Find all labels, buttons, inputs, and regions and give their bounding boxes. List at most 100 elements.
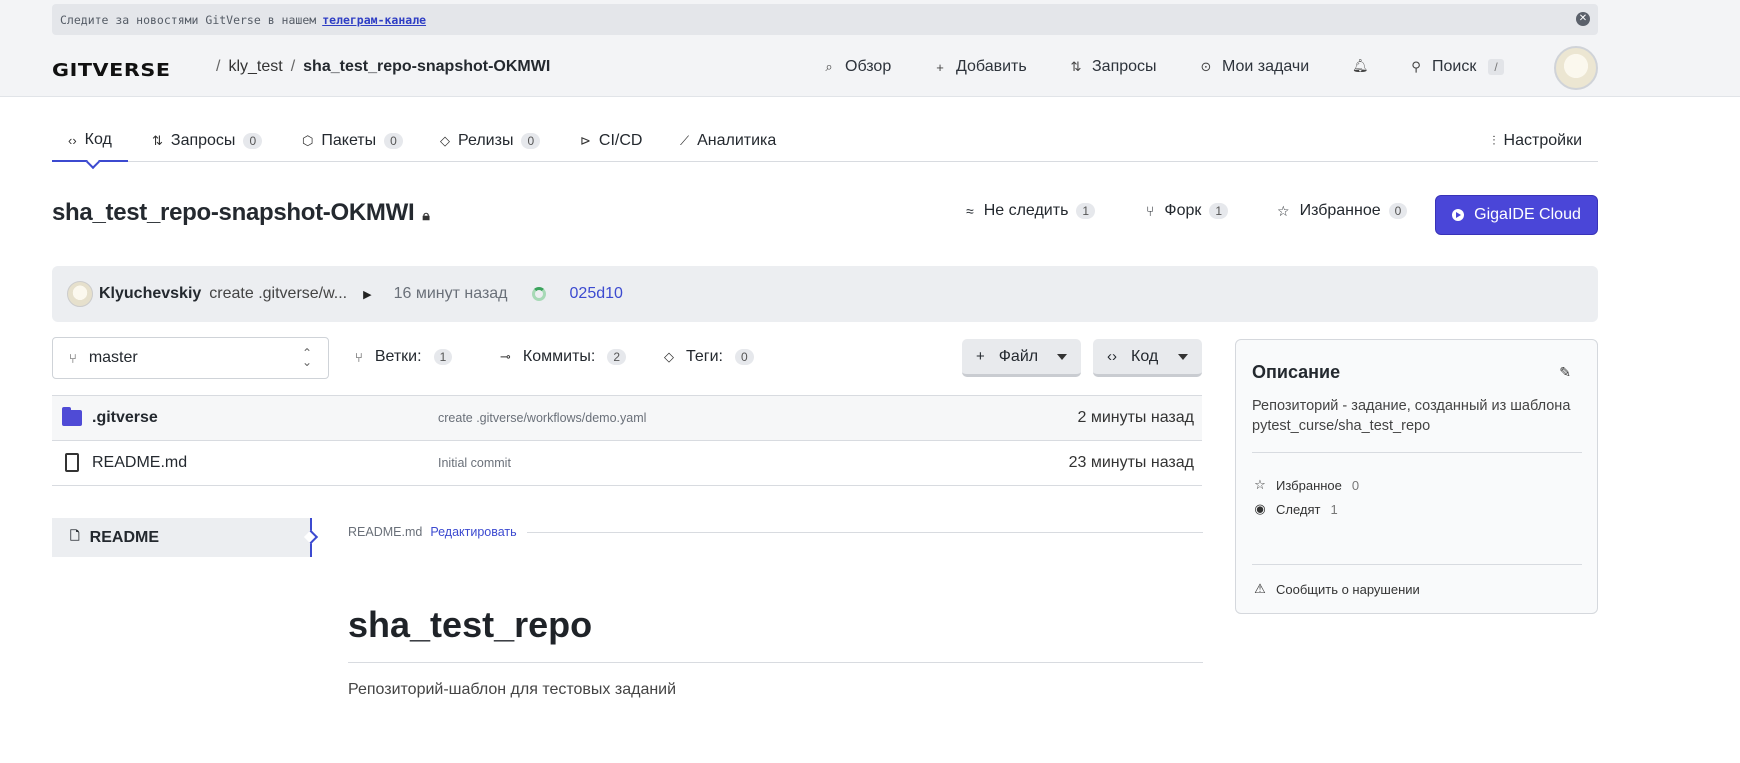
file-icon: 🗋︎: [70, 529, 80, 543]
branch-icon: ⑂: [355, 349, 363, 365]
tab-settings[interactable]: ⫶ Настройки: [1492, 120, 1582, 162]
sliders-icon: ⫶: [1492, 133, 1496, 148]
readme-header: README.md Редактировать: [348, 525, 1203, 539]
tab-releases-label: Релизы: [458, 132, 514, 149]
notifications-button[interactable]: 🔔︎: [1352, 58, 1376, 74]
branches-link[interactable]: ⑂ Ветки: 1: [355, 348, 453, 366]
close-icon[interactable]: ✕: [1576, 12, 1590, 26]
code-dropdown-button[interactable]: ‹› Код: [1093, 339, 1202, 377]
search-button[interactable]: ⚲ Поиск /: [1408, 58, 1504, 76]
gitverse-logo[interactable]: GITVERSE: [52, 60, 171, 81]
readme-paragraph: Репозиторий-шаблон для тестовых заданий: [348, 681, 677, 698]
favorite-button[interactable]: ☆ Избранное 0: [1277, 202, 1408, 220]
fork-count: 1: [1209, 203, 1229, 219]
breadcrumb-repo[interactable]: sha_test_repo-snapshot-OKMWI: [303, 58, 550, 75]
watchers-stat[interactable]: ◉ Следят 1: [1252, 501, 1337, 517]
chevron-updown-icon: ⌃ ⌄: [301, 346, 312, 369]
bell-icon: 🔔︎: [1352, 58, 1369, 73]
code-icon: ‹›: [68, 132, 77, 148]
tab-cicd[interactable]: ⊳ CI/CD: [580, 120, 642, 162]
news-banner: Следите за новостями GitVerse в нашем те…: [52, 4, 1598, 35]
commit-sha[interactable]: 025d10: [570, 285, 623, 303]
branch-name: master: [88, 349, 138, 366]
file-icon: [62, 453, 79, 472]
file-dropdown-button[interactable]: + Файл: [962, 339, 1081, 377]
readme-filename: README.md: [348, 525, 423, 539]
favorite-label: Избранное: [1299, 202, 1381, 219]
pipeline-status-icon[interactable]: [531, 287, 546, 301]
report-label: Сообщить о нарушении: [1276, 581, 1420, 597]
favorites-label: Избранное: [1276, 477, 1342, 493]
about-title: Описание: [1252, 362, 1341, 382]
package-icon: ⬡: [302, 133, 314, 148]
user-avatar[interactable]: [1554, 46, 1598, 90]
gigaide-cloud-button[interactable]: GigaIDE Cloud: [1435, 195, 1598, 235]
favorites-stat[interactable]: ☆ Избранное 0: [1252, 477, 1359, 493]
readme-edit-link[interactable]: Редактировать: [430, 525, 516, 539]
lock-icon: 🔒︎: [422, 207, 430, 223]
table-row[interactable]: .gitverse create .gitverse/workflows/dem…: [52, 396, 1202, 441]
breadcrumb-owner[interactable]: kly_test: [228, 58, 282, 75]
file-commit-message[interactable]: create .gitverse/workflows/demo.yaml: [438, 411, 646, 425]
table-row[interactable]: README.md Initial commit 23 минуты назад: [52, 441, 1202, 486]
pull-request-icon: ⇅: [152, 133, 163, 148]
fork-label: Форк: [1164, 202, 1202, 219]
tab-code[interactable]: ‹› Код: [52, 120, 128, 162]
fork-button[interactable]: ⑂ Форк 1: [1146, 202, 1229, 220]
plus-icon: +: [936, 59, 944, 75]
telegram-link[interactable]: телеграм-канале: [322, 13, 426, 27]
star-icon: ☆: [1277, 202, 1290, 219]
file-name[interactable]: README.md: [92, 454, 187, 472]
branches-count: 1: [433, 349, 453, 365]
chart-icon: ⟋: [680, 133, 690, 148]
tags-label: Теги:: [686, 348, 723, 365]
search-label: Поиск: [1432, 58, 1477, 75]
star-icon: ☆: [1254, 477, 1266, 492]
branch-icon: ⑂: [69, 350, 77, 366]
expand-icon[interactable]: ▶: [363, 288, 371, 301]
caret-down-icon: [1178, 354, 1188, 360]
fork-icon: ⑂: [1146, 203, 1155, 219]
commit-author[interactable]: Klyuchevskiy: [99, 285, 201, 303]
nav-my-tasks-label: Мои задачи: [1222, 58, 1310, 75]
report-abuse-link[interactable]: ⚠ Сообщить о нарушении: [1252, 581, 1420, 597]
file-button-label: Файл: [998, 347, 1039, 365]
branch-selector[interactable]: ⑂ master ⌃ ⌄: [52, 337, 329, 379]
tags-link[interactable]: ◇ Теги: 0: [664, 348, 754, 366]
breadcrumb-separator: /: [216, 58, 221, 75]
file-name[interactable]: .gitverse: [92, 409, 158, 427]
file-commit-message[interactable]: Initial commit: [438, 456, 511, 470]
pencil-icon[interactable]: ✎: [1559, 364, 1571, 381]
tab-packages[interactable]: ⬡ Пакеты 0: [302, 120, 403, 162]
unwatch-label: Не следить: [983, 202, 1069, 219]
divider: [526, 531, 1203, 533]
divider: [1252, 452, 1582, 453]
favorites-count: 0: [1351, 477, 1360, 493]
play-circle-icon: ⊳: [580, 133, 591, 148]
nav-requests[interactable]: ⇅ Запросы: [1068, 58, 1157, 76]
breadcrumb-separator: /: [290, 58, 296, 75]
nav-add[interactable]: + Добавить: [932, 58, 1027, 76]
tab-code-label: Код: [84, 131, 112, 148]
code-button-label: Код: [1131, 347, 1159, 365]
readme-tab[interactable]: 🗋︎ README: [52, 518, 312, 557]
tab-requests[interactable]: ⇅ Запросы 0: [152, 120, 263, 162]
commits-link[interactable]: ⊸ Коммиты: 2: [500, 348, 627, 366]
nav-overview-label: Обзор: [845, 58, 892, 75]
eye-icon: ◉: [1254, 501, 1266, 516]
file-time: 23 минуты назад: [1068, 454, 1194, 471]
nav-my-tasks[interactable]: ⊙ Мои задачи: [1198, 58, 1310, 76]
tab-releases[interactable]: ◇ Релизы 0: [440, 120, 541, 162]
file-list: .gitverse create .gitverse/workflows/dem…: [52, 395, 1202, 486]
code-icon: ‹›: [1107, 348, 1117, 365]
nav-overview[interactable]: ⌕ Обзор: [821, 58, 891, 76]
repo-title-text: sha_test_repo-snapshot-OKMWI: [52, 199, 415, 226]
banner-text: Следите за новостями GitVerse в нашем: [60, 12, 317, 27]
unwatch-button[interactable]: ≈ Не следить 1: [966, 202, 1096, 220]
gigaide-label: GigaIDE Cloud: [1474, 206, 1581, 223]
tab-analytics[interactable]: ⟋ Аналитика: [680, 120, 776, 162]
readme-heading: sha_test_repo: [348, 604, 593, 645]
commit-message[interactable]: create .gitverse/w...: [209, 285, 347, 303]
author-avatar: [67, 281, 93, 307]
repo-tabs: ‹› Код ⇅ Запросы 0 ⬡ Пакеты 0 ◇ Релизы 0 ⊳ CI/CD…: [52, 120, 1598, 162]
